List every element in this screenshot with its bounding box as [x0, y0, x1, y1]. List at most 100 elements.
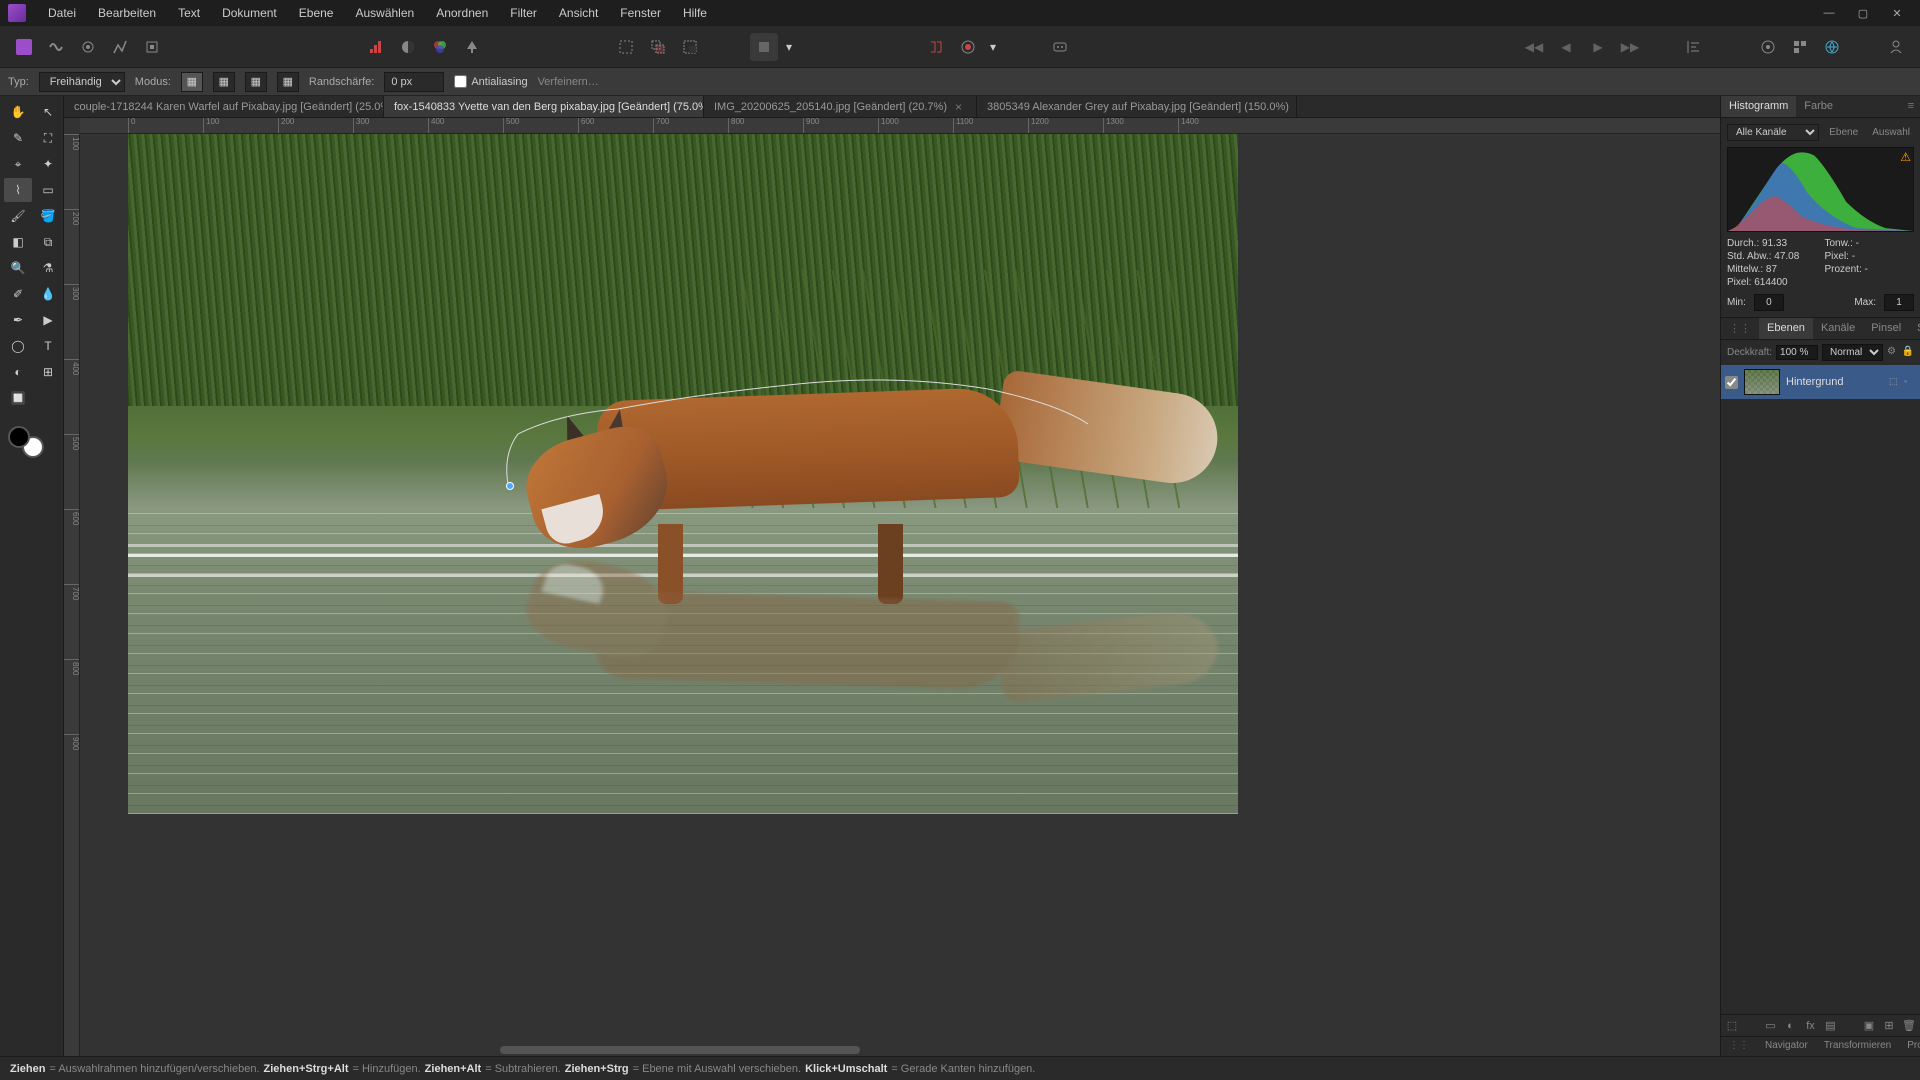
freehand-selection-tool-icon[interactable]: ⌇ — [4, 178, 32, 202]
doc-tab-1[interactable]: fox-1540833 Yvette van den Berg pixabay.… — [384, 96, 704, 117]
account-link-icon[interactable] — [1818, 33, 1846, 61]
navigator-tab[interactable]: Navigator — [1757, 1037, 1816, 1056]
menu-dokument[interactable]: Dokument — [212, 2, 287, 24]
marquee-selection-tool-icon[interactable]: ▭ — [34, 178, 62, 202]
menu-hilfe[interactable]: Hilfe — [673, 2, 717, 24]
layer-list[interactable]: Hintergrund ⬚◦ — [1721, 365, 1920, 1014]
transform-tab[interactable]: Transformieren — [1816, 1037, 1899, 1056]
resource-manager-icon[interactable] — [1786, 33, 1814, 61]
delete-layer-icon[interactable]: 🗑 — [1902, 1019, 1916, 1033]
assistant-icon[interactable] — [1046, 33, 1074, 61]
group-layers-icon[interactable]: ▣ — [1862, 1019, 1876, 1033]
color-swatches[interactable] — [4, 422, 62, 462]
menu-ansicht[interactable]: Ansicht — [549, 2, 608, 24]
layers-tab[interactable]: Ebenen — [1759, 318, 1813, 339]
close-button[interactable]: ✕ — [1882, 3, 1912, 23]
menu-auswaehlen[interactable]: Auswählen — [345, 2, 424, 24]
layer-name-label[interactable]: Hintergrund — [1786, 376, 1883, 388]
close-icon[interactable]: × — [955, 100, 962, 114]
layer-lock-icon[interactable]: 🔒 — [1902, 346, 1914, 360]
add-adjustment-layer-icon[interactable]: ◐ — [1784, 1019, 1798, 1033]
snapping-dropdown-icon[interactable]: ▾ — [986, 33, 1000, 61]
inpainting-brush-tool-icon[interactable]: ✐ — [4, 282, 32, 306]
selection-brush-tool-icon[interactable]: ⌖ — [4, 152, 32, 176]
histogram-layer-button[interactable]: Ebene — [1825, 125, 1862, 140]
edit-all-layers-icon[interactable]: ⬚ — [1725, 1019, 1739, 1033]
color-picker-tool-icon[interactable]: ✎ — [4, 126, 32, 150]
layer-options-icon[interactable]: ⚙ — [1887, 346, 1898, 360]
menu-bearbeiten[interactable]: Bearbeiten — [88, 2, 166, 24]
auto-contrast-icon[interactable] — [394, 33, 422, 61]
panel-reorder-icon[interactable]: ⋮⋮ — [1721, 318, 1759, 339]
feather-input[interactable] — [384, 72, 444, 92]
auto-white-balance-icon[interactable] — [458, 33, 486, 61]
doc-tab-2[interactable]: IMG_20200625_205140.jpg [Geändert] (20.7… — [704, 96, 977, 117]
layer-link-icon[interactable]: ⬚ — [1889, 376, 1901, 388]
photo-persona-icon[interactable] — [10, 33, 38, 61]
shape-tool-icon[interactable]: ◯ — [4, 334, 32, 358]
crop-tool-icon[interactable]: ⛶ — [34, 126, 62, 150]
fill-tool-icon[interactable]: 🪣 — [34, 204, 62, 228]
mode-subtract-icon[interactable]: ▦ — [245, 72, 267, 92]
liquify-persona-icon[interactable] — [42, 33, 70, 61]
blur-brush-tool-icon[interactable]: 💧 — [34, 282, 62, 306]
tone-mapping-persona-icon[interactable] — [106, 33, 134, 61]
canvas-image[interactable] — [128, 134, 1238, 814]
export-persona-icon[interactable] — [138, 33, 166, 61]
panel-reorder-icon[interactable]: ⋮⋮ — [1721, 1037, 1757, 1056]
add-live-filter-icon[interactable]: fx — [1804, 1019, 1818, 1033]
quick-mask-icon[interactable] — [750, 33, 778, 61]
color-tab[interactable]: Farbe — [1796, 96, 1841, 117]
pen-tool-icon[interactable]: ✒ — [4, 308, 32, 332]
selection-new-icon[interactable] — [612, 33, 640, 61]
stock-tab[interactable]: Stock — [1909, 318, 1920, 339]
node-tool-icon[interactable]: ▶ — [34, 308, 62, 332]
histogram-selection-button[interactable]: Auswahl — [1868, 125, 1914, 140]
mesh-warp-tool-icon[interactable]: ⊞ — [34, 360, 62, 384]
stock-icon[interactable] — [1754, 33, 1782, 61]
menu-datei[interactable]: Datei — [38, 2, 86, 24]
doc-tab-3[interactable]: 3805349 Alexander Grey auf Pixabay.jpg [… — [977, 96, 1297, 117]
develop-persona-icon[interactable] — [74, 33, 102, 61]
clone-brush-tool-icon[interactable]: ⧉ — [34, 230, 62, 254]
zoom-tool-icon[interactable]: 🔲 — [4, 386, 32, 410]
panel-menu-icon[interactable]: ≡ — [1902, 96, 1920, 117]
auto-levels-icon[interactable] — [362, 33, 390, 61]
text-tool-icon[interactable]: T — [34, 334, 62, 358]
mode-new-icon[interactable]: ▦ — [181, 72, 203, 92]
selection-subtract-icon[interactable] — [676, 33, 704, 61]
menu-filter[interactable]: Filter — [500, 2, 547, 24]
channels-tab[interactable]: Kanäle — [1813, 318, 1863, 339]
user-account-icon[interactable] — [1882, 33, 1910, 61]
align-icon[interactable] — [1680, 33, 1708, 61]
force-pixel-alignment-icon[interactable] — [954, 33, 982, 61]
brushes-tab[interactable]: Pinsel — [1863, 318, 1909, 339]
menu-fenster[interactable]: Fenster — [610, 2, 671, 24]
mode-intersect-icon[interactable]: ▦ — [277, 72, 299, 92]
doc-tab-0[interactable]: couple-1718244 Karen Warfel auf Pixabay.… — [64, 96, 384, 117]
refine-button[interactable]: Verfeinern… — [538, 76, 599, 88]
snapping-icon[interactable] — [922, 33, 950, 61]
max-input[interactable] — [1884, 294, 1914, 311]
gradient-tool-icon[interactable]: ◐ — [4, 360, 32, 384]
auto-colors-icon[interactable] — [426, 33, 454, 61]
add-pixel-layer-icon[interactable]: ⊞ — [1882, 1019, 1896, 1033]
quick-mask-dropdown-icon[interactable]: ▾ — [782, 33, 796, 61]
flood-select-tool-icon[interactable]: ✦ — [34, 152, 62, 176]
menu-text[interactable]: Text — [168, 2, 210, 24]
layer-lock-status-icon[interactable]: ◦ — [1904, 376, 1916, 388]
min-input[interactable] — [1754, 294, 1784, 311]
blend-mode-select[interactable]: Normal — [1822, 344, 1883, 361]
maximize-button[interactable]: ▢ — [1848, 3, 1878, 23]
dodge-tool-icon[interactable]: 🔍 — [4, 256, 32, 280]
horizontal-scrollbar[interactable] — [500, 1046, 860, 1054]
view-tool-icon[interactable]: ✋ — [4, 100, 32, 124]
add-fill-layer-icon[interactable]: ▤ — [1824, 1019, 1838, 1033]
viewport[interactable] — [80, 134, 1720, 1056]
antialias-checkbox[interactable] — [454, 75, 467, 88]
histogram-tab[interactable]: Histogramm — [1721, 96, 1796, 117]
burn-tool-icon[interactable]: ⚗ — [34, 256, 62, 280]
ruler-vertical[interactable]: 100 200 300 400 500 600 700 800 900 — [64, 134, 80, 1056]
menu-anordnen[interactable]: Anordnen — [426, 2, 498, 24]
opacity-input[interactable] — [1776, 345, 1818, 360]
